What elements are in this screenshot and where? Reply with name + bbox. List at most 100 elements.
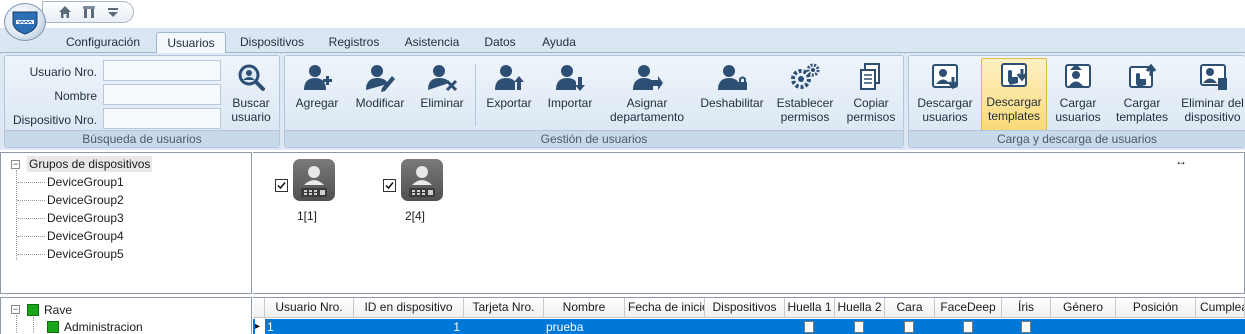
tree-line [17,182,45,183]
col-header-facedeep[interactable]: FaceDeep [935,298,1002,318]
tree-root-device-groups[interactable]: Grupos de dispositivos [27,156,153,172]
col-header-card-no[interactable]: Tarjeta Nro. [464,298,544,318]
assign-label-1: Asignar [626,96,668,110]
col-header-device-id[interactable]: ID en dispositivo [354,298,464,318]
assign-label-2: departamento [609,110,685,124]
download-templates-label-2: templates [987,109,1041,123]
collapse-icon[interactable]: − [11,305,20,314]
tree-line [17,236,45,237]
user-edit-icon [364,62,396,92]
device-card[interactable]: 2[4] [381,157,481,227]
name-input[interactable] [103,84,221,105]
cell-name: prueba [546,320,584,334]
col-header-position[interactable]: Posición [1116,298,1196,318]
user-no-input[interactable] [103,60,221,81]
delete-from-device-button[interactable]: Eliminar del dispositivo [1179,60,1245,130]
doc-icon [1021,321,1031,333]
user-disable-icon [716,62,748,92]
set-permissions-label-2: permisos [780,110,830,124]
cell-card-no [464,319,542,334]
org-root[interactable]: Rave [44,302,72,318]
copy-permissions-label-2: permisos [846,110,896,124]
doc-icon [804,321,814,333]
col-header-name[interactable]: Nombre [544,298,625,318]
separator [475,64,476,126]
search-user-button[interactable]: Buscar usuario [225,60,277,130]
dropdown-icon[interactable] [105,4,121,20]
tree-line [33,317,34,334]
device-no-input[interactable] [103,108,221,129]
upload-templates-label-1: Cargar [1123,96,1161,110]
device-label: 2[4] [405,209,426,223]
device-card[interactable]: 1[1] [273,157,373,227]
home-icon[interactable] [57,4,73,20]
col-header-finger2[interactable]: Huella 2 [835,298,885,318]
tab-asistencia[interactable]: Asistencia [394,32,470,53]
quick-access-toolbar [42,1,134,23]
upload-templates-button[interactable]: Cargar templates [1111,60,1173,130]
delete-from-device-label-1: Eliminar del [1181,96,1244,110]
tab-usuarios[interactable]: Usuarios [156,32,226,54]
shield-logo-icon [12,11,38,35]
device-no-label: Dispositivo Nro. [12,113,97,127]
edit-user-label: Modificar [355,96,405,110]
import-button[interactable]: Importar [541,60,599,130]
upload-users-button[interactable]: Cargar usuarios [1051,60,1105,130]
col-header-finger1[interactable]: Huella 1 [785,298,835,318]
upload-templates-icon [1126,62,1158,92]
current-row-indicator-icon: ▸ [255,319,265,334]
export-label: Exportar [486,96,532,110]
upload-users-label-2: usuarios [1055,110,1101,124]
copy-docs-icon [855,62,887,92]
col-header-birthday[interactable]: Cumpleaños [1196,298,1245,318]
delete-user-button[interactable]: Eliminar [413,60,471,130]
tab-dispositivos[interactable]: Dispositivos [230,32,314,53]
export-button[interactable]: Exportar [481,60,537,130]
ribbon-tabs: Configuración Usuarios Dispositivos Regi… [0,28,1245,54]
search-user-label-1: Buscar [232,96,270,110]
col-header-start-date[interactable]: Fecha de inicio [625,298,705,318]
checkmark-icon [385,182,394,190]
tree-item-devicegroup4[interactable]: DeviceGroup4 [47,228,124,244]
gears-icon [789,62,821,92]
tree-item-devicegroup5[interactable]: DeviceGroup5 [47,246,124,262]
tree-item-devicegroup2[interactable]: DeviceGroup2 [47,192,124,208]
col-header-user-no[interactable]: Usuario Nro. [265,298,354,318]
tree-line [16,170,17,260]
tree-item-devicegroup3[interactable]: DeviceGroup3 [47,210,124,226]
col-header-face[interactable]: Cara [885,298,935,318]
user-no-label: Usuario Nro. [29,65,97,79]
disable-user-button[interactable]: Deshabilitar [695,60,769,130]
ribbon: Usuario Nro. Nombre Dispositivo Nro. Bus… [0,53,1245,150]
title-bar [0,0,1245,41]
device-checkbox[interactable] [383,179,396,192]
edit-user-button[interactable]: Modificar [349,60,411,130]
magnifier-user-icon [235,62,267,92]
assign-department-button[interactable]: Asignar departamento [603,60,691,130]
copy-permissions-label-1: Copiar [853,96,889,110]
tab-ayuda[interactable]: Ayuda [530,32,588,53]
device-checkbox[interactable] [275,179,288,192]
col-header-iris[interactable]: Íris [1002,298,1051,318]
download-templates-button[interactable]: Descargar templates [981,58,1047,131]
tree-item-devicegroup1[interactable]: DeviceGroup1 [47,174,124,190]
app-logo[interactable] [4,3,46,41]
col-header-gender[interactable]: Género [1051,298,1116,318]
tools-icon[interactable] [81,4,97,20]
delete-from-device-label-2: dispositivo [1184,110,1241,124]
tab-registros[interactable]: Registros [318,32,390,53]
col-header-devices[interactable]: Dispositivos [705,298,785,318]
resize-cursor-icon: ↔ [1175,154,1187,168]
add-user-button[interactable]: Agregar [287,60,347,130]
download-templates-icon [998,61,1030,91]
org-item-administracion[interactable]: Administracion [64,319,143,334]
search-group: Usuario Nro. Nombre Dispositivo Nro. Bus… [4,55,280,148]
set-permissions-label-1: Establecer [776,96,834,110]
tab-configuracion[interactable]: Configuración [52,32,154,53]
collapse-icon[interactable]: − [11,160,20,169]
set-permissions-button[interactable]: Establecer permisos [773,60,837,130]
row-header-corner [253,298,265,318]
tab-datos[interactable]: Datos [474,32,526,53]
download-users-button[interactable]: Descargar usuarios [913,60,977,130]
copy-permissions-button[interactable]: Copiar permisos [841,60,901,130]
